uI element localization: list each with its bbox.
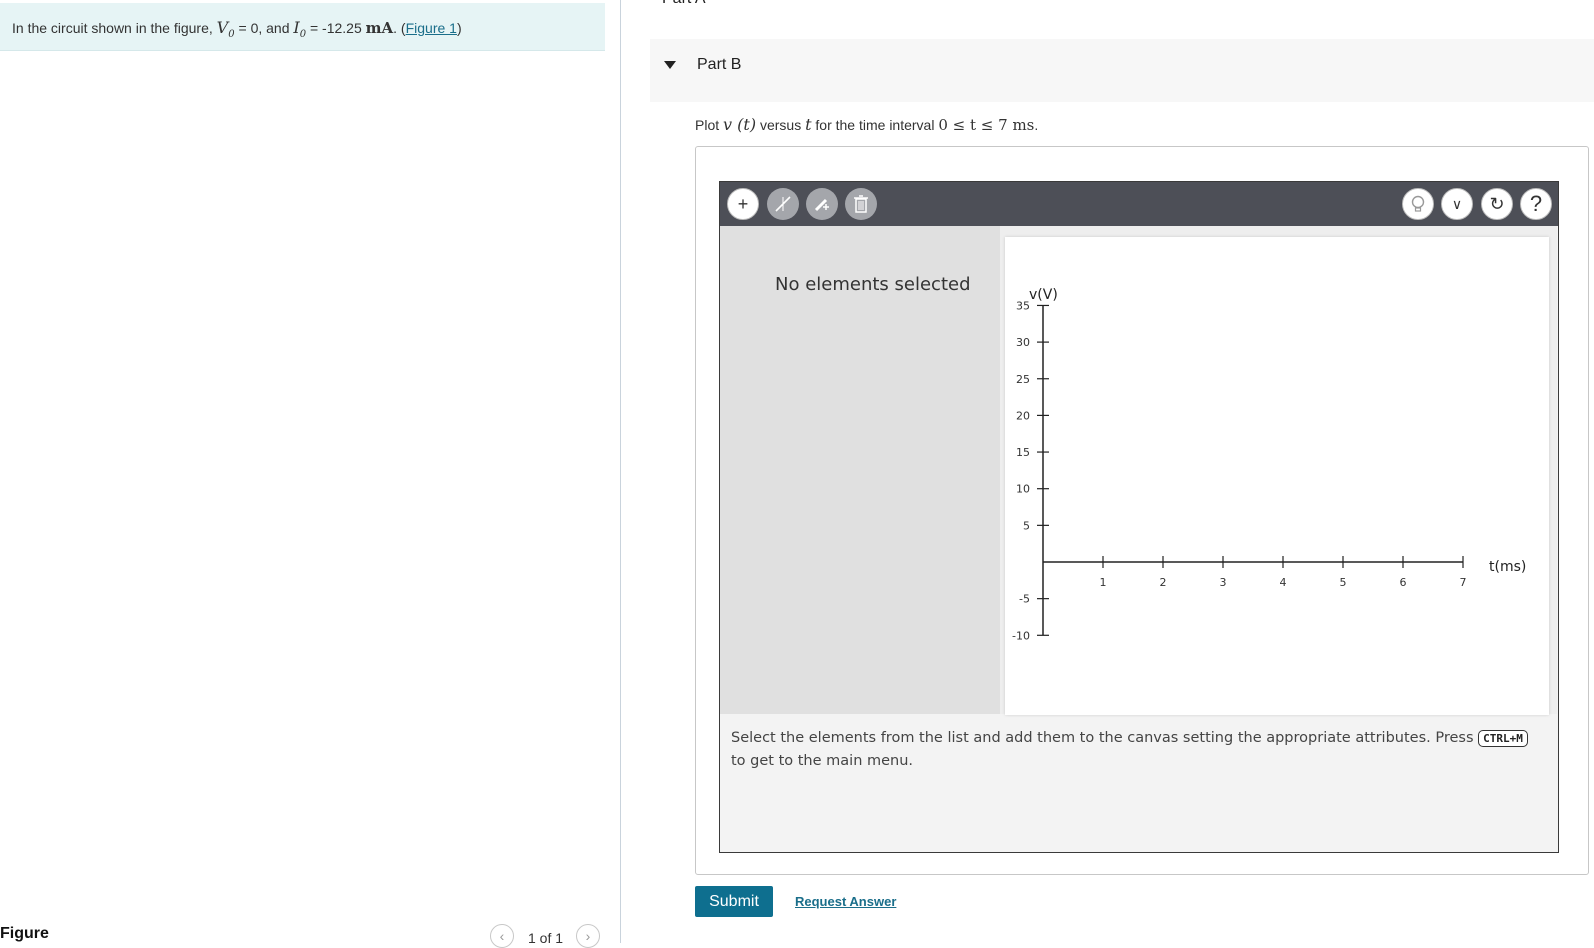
y-tick-label: 35 (1016, 299, 1030, 312)
v0-symbol: V0 (216, 18, 235, 41)
y-tick-label: 20 (1016, 409, 1030, 422)
y-tick-label: 25 (1016, 373, 1030, 386)
part-b-prompt: Plot v (t) versus t for the time interva… (695, 115, 1039, 134)
x-tick-label: 7 (1460, 576, 1467, 589)
x-tick-label: 6 (1400, 576, 1407, 589)
figure-link-close: ) (456, 20, 462, 36)
figure-link-open: . ( (393, 20, 406, 36)
submit-button[interactable]: Submit (695, 886, 773, 917)
figure-heading: Figure (0, 925, 49, 942)
caret-down-icon[interactable] (664, 61, 676, 69)
y-tick-label: 5 (1023, 519, 1030, 532)
y-tick-label: 10 (1016, 483, 1030, 496)
x-tick-label: 5 (1340, 576, 1347, 589)
y-tick-label: -5 (1019, 593, 1030, 606)
part-b-title[interactable]: Part B (697, 56, 741, 74)
panel-divider (620, 0, 621, 943)
problem-statement: In the circuit shown in the figure, V0 =… (12, 18, 462, 40)
figure-pager: 1 of 1 (528, 930, 564, 946)
chevron-down-icon[interactable]: ∨ (1441, 188, 1473, 220)
x-tick-label: 2 (1160, 576, 1167, 589)
part-b-header[interactable] (650, 39, 1594, 102)
v0-value: = 0, and (238, 20, 290, 36)
part-a-title[interactable]: Part A (662, 0, 706, 8)
figure-1-link[interactable]: Figure 1 (406, 20, 457, 36)
graph-canvas[interactable]: 35 30 25 20 15 10 5 -5 -10 1 2 3 4 5 6 7 v(V) t(ms) (1005, 237, 1549, 715)
request-answer-link[interactable]: Request Answer (795, 894, 896, 909)
x-tick-label: 1 (1100, 576, 1107, 589)
i0-value: = -12.25 (309, 20, 362, 36)
add-element-icon[interactable]: + (727, 188, 759, 220)
y-tick-label: -10 (1012, 629, 1030, 642)
selection-status: No elements selected (775, 274, 971, 295)
y-tick-label: 30 (1016, 336, 1030, 349)
tool-instructions: Select the elements from the list and ad… (731, 727, 1546, 773)
problem-intro: In the circuit shown in the figure, (12, 20, 213, 36)
trash-icon[interactable] (845, 188, 877, 220)
lightbulb-icon[interactable] (1402, 188, 1434, 220)
line-tool-icon[interactable] (767, 188, 799, 220)
x-tick-label: 4 (1280, 576, 1287, 589)
i0-unit: mA (365, 19, 394, 37)
graph-axes: 35 30 25 20 15 10 5 -5 -10 1 2 3 4 5 6 7 v(V) t(ms) (1012, 287, 1526, 642)
y-axis-label: v(V) (1029, 287, 1058, 303)
chevron-right-icon[interactable]: › (576, 924, 600, 948)
help-icon[interactable]: ? (1520, 188, 1552, 220)
x-tick-label: 3 (1220, 576, 1227, 589)
keyboard-shortcut: CTRL+M (1478, 730, 1528, 747)
x-axis-label: t(ms) (1489, 559, 1526, 575)
chevron-left-icon[interactable]: ‹ (490, 924, 514, 948)
element-properties-panel (720, 226, 1000, 714)
i0-symbol: I0 (293, 18, 307, 41)
reset-icon[interactable]: ↻ (1481, 188, 1513, 220)
y-tick-label: 15 (1016, 446, 1030, 459)
pencil-add-icon[interactable] (806, 188, 838, 220)
